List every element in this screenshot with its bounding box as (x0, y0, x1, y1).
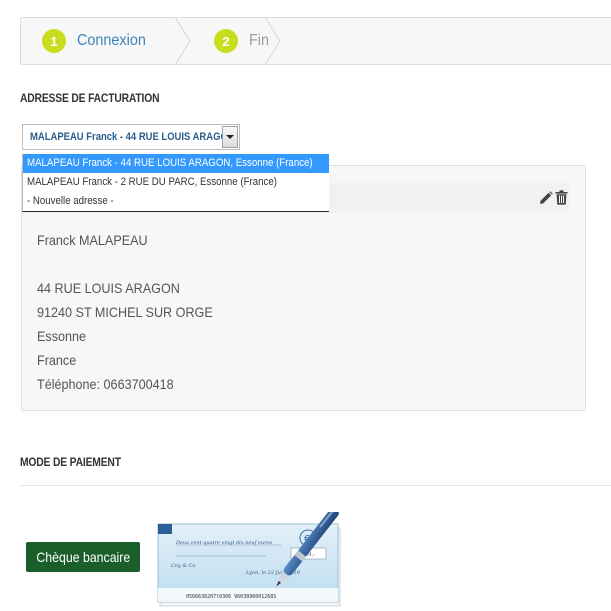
cheque-recipient: Cny & Co (171, 563, 195, 569)
address-country: France (37, 352, 77, 368)
divider (20, 485, 611, 486)
address-dropdown-list: MALAPEAU Franck - 44 RUE LOUIS ARAGON, E… (22, 154, 329, 212)
dropdown-option[interactable]: MALAPEAU Franck - 44 RUE LOUIS ARAGON, E… (23, 154, 329, 173)
address-region: Essonne (37, 328, 87, 344)
step-number-badge: 2 (214, 29, 238, 53)
address-phone: Téléphone: 0663700418 (37, 376, 174, 392)
dropdown-option-new-address[interactable]: - Nouvelle adresse - (23, 192, 329, 211)
pencil-icon[interactable] (539, 191, 553, 205)
address-name: Franck MALAPEAU (37, 232, 148, 248)
billing-section-title: ADRESSE DE FACTURATION (20, 91, 160, 105)
checkout-stepper: 1 Connexion 2 Fin (20, 17, 611, 65)
cheque-code-line: 0566638207l0306 9603896001268S (186, 594, 276, 600)
cheque-pen-image: Deux cent quatre vingt dix neuf euros Cn… (157, 512, 341, 607)
address-street: 44 RUE LOUIS ARAGON (37, 280, 180, 296)
step-connexion[interactable]: 1 Connexion (21, 18, 189, 64)
chevron-down-icon[interactable] (222, 126, 238, 148)
select-current-value: MALAPEAU Franck - 44 RUE LOUIS ARAGON (30, 131, 227, 143)
dropdown-option[interactable]: MALAPEAU Franck - 2 RUE DU PARC, Essonne… (23, 173, 329, 192)
cheque-amount-words: Deux cent quatre vingt dix neuf euros (175, 540, 273, 546)
step-fin[interactable]: 2 Fin (189, 18, 309, 64)
payment-section-title: MODE DE PAIEMENT (20, 455, 121, 469)
address-city: 91240 ST MICHEL SUR ORGE (37, 304, 213, 320)
step-separator-chevron (265, 17, 281, 65)
step-label: Connexion (77, 32, 146, 49)
step-number-badge: 1 (42, 29, 66, 53)
cheque-payment-button[interactable]: Chèque bancaire (26, 542, 140, 572)
trash-icon[interactable] (555, 190, 568, 205)
billing-address-select[interactable]: MALAPEAU Franck - 44 RUE LOUIS ARAGON (22, 124, 240, 150)
